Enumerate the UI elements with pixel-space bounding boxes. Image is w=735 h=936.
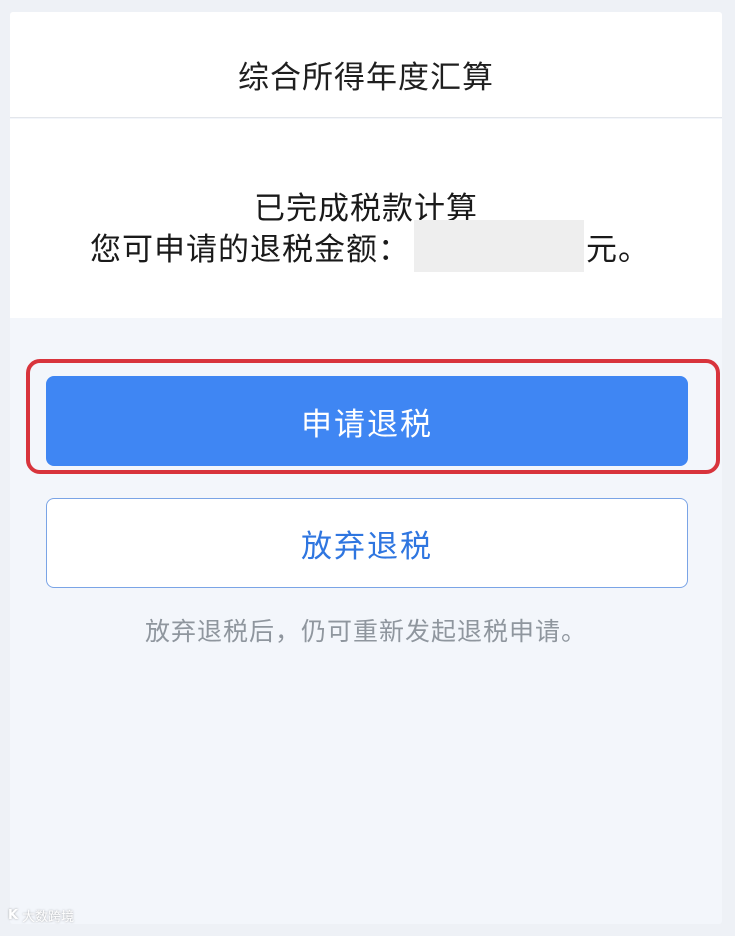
give-up-note: 放弃退税后，仍可重新发起退税申请。 — [144, 617, 587, 646]
apply-refund-button[interactable]: 申请退税 — [46, 376, 688, 466]
refund-amount-redacted — [414, 220, 584, 272]
refund-result-card: 已完成税款计算 您可申请的退税金额： 元。 — [10, 119, 722, 318]
give-up-refund-button[interactable]: 放弃退税 — [46, 498, 688, 588]
watermark-text: 大数跨境 — [22, 910, 75, 925]
watermark-logo-icon: K — [8, 908, 19, 923]
refund-amount-label: 您可申请的退税金额： — [90, 231, 410, 268]
refund-amount-line: 您可申请的退税金额： 元。 — [90, 220, 650, 272]
refund-page: 综合所得年度汇算 已完成税款计算 您可申请的退税金额： 元。 申请退税 放弃退税… — [10, 12, 722, 924]
page-title: 综合所得年度汇算 — [238, 60, 494, 96]
watermark: K 大数跨境 — [8, 906, 74, 925]
calculation-status: 已完成税款计算 — [254, 191, 478, 227]
page-header: 综合所得年度汇算 — [10, 12, 722, 118]
refund-amount-unit: 元。 — [586, 231, 650, 268]
